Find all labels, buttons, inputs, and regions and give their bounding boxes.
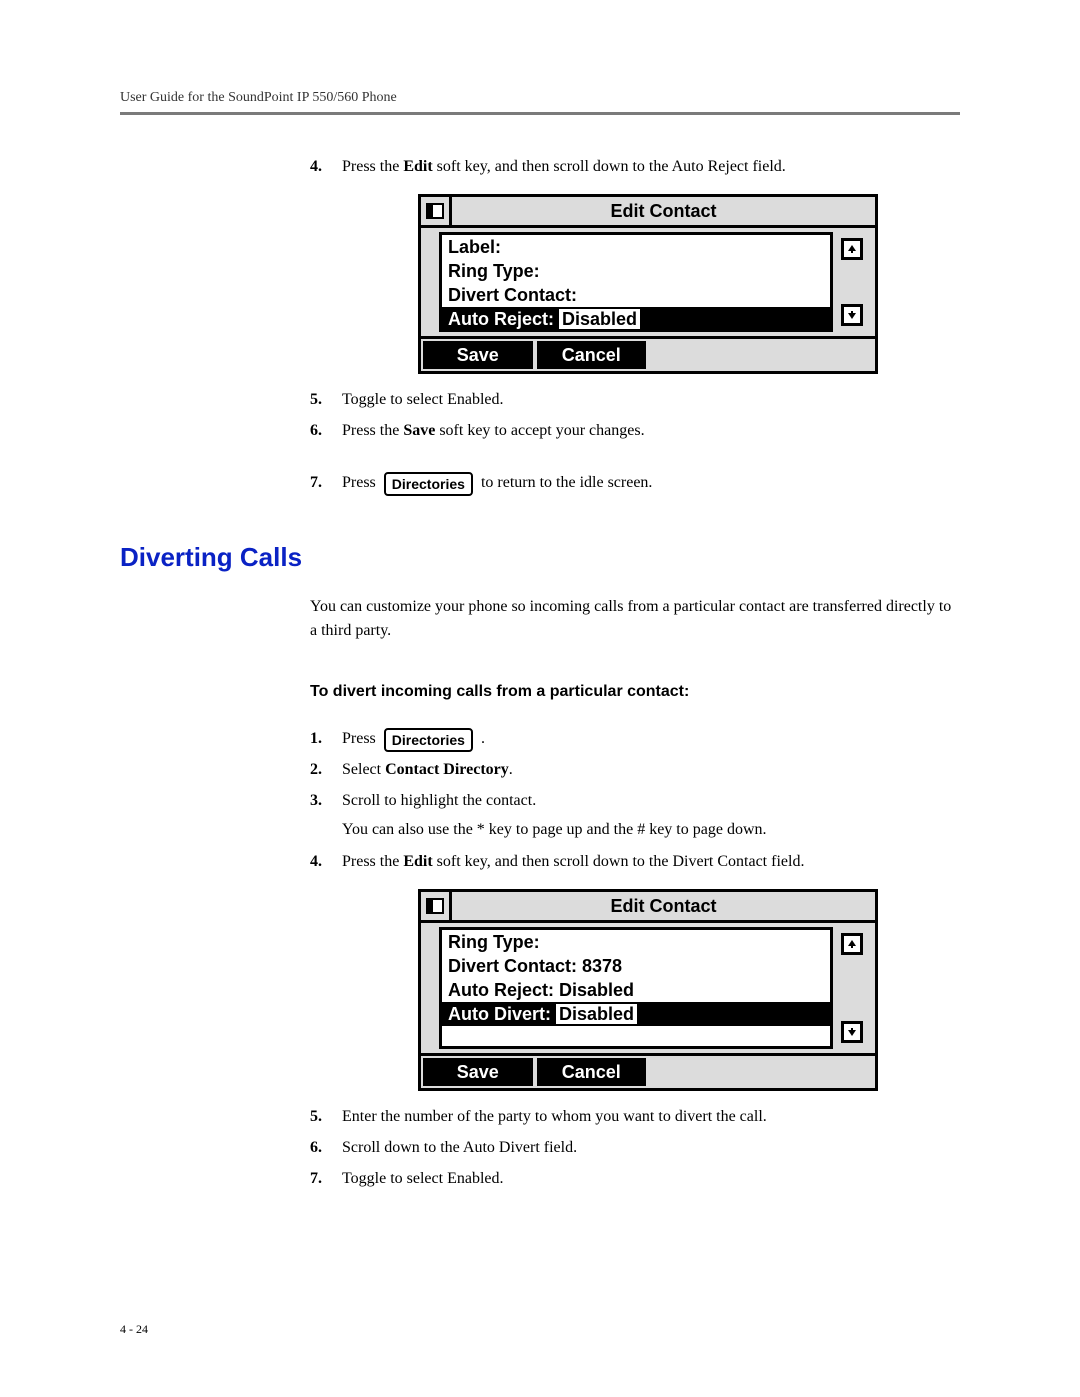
softkey-blank: . [764, 341, 874, 369]
step-number: 4. [310, 850, 322, 875]
scroll-up-icon [841, 238, 863, 260]
step-number: 5. [310, 1105, 322, 1130]
step-5: 5. Toggle to select Enabled. [310, 388, 960, 413]
step-text: Toggle to select Enabled. [342, 391, 504, 408]
directories-button: Directories [384, 728, 473, 752]
step-text: Enter the number of the party to whom yo… [342, 1108, 767, 1125]
lcd-screenshot-edit-contact-1: Edit Contact Label: Ring Type: Divert Co… [418, 194, 878, 374]
step-number: 7. [310, 1167, 322, 1192]
card-icon [421, 892, 452, 920]
step-number: 6. [310, 1136, 322, 1161]
directories-button: Directories [384, 472, 473, 496]
step-7b: 7. Toggle to select Enabled. [310, 1167, 960, 1192]
step-number: 4. [310, 155, 322, 180]
step-number: 6. [310, 419, 322, 444]
step-number: 1. [310, 727, 322, 752]
lcd-field-list: Ring Type: Divert Contact: 8378 Auto Rej… [439, 927, 833, 1049]
step-text: Select Contact Directory. [342, 761, 513, 778]
intro-paragraph: You can customize your phone so incoming… [310, 595, 960, 643]
step-text: Press the Edit soft key, and then scroll… [342, 158, 786, 175]
step-1: 1. Press Directories . [310, 727, 960, 752]
step-4b: 4. Press the Edit soft key, and then scr… [310, 850, 960, 1091]
header-rule [120, 112, 960, 115]
scroll-up-icon [841, 933, 863, 955]
step-text: Press the Edit soft key, and then scroll… [342, 853, 804, 870]
steps-group-1: 4. Press the Edit soft key, and then scr… [310, 155, 960, 496]
lcd-row-divert: Divert Contact: [442, 283, 830, 307]
lcd-field-list: Label: Ring Type: Divert Contact: Auto R… [439, 232, 833, 332]
lcd-row-divert: Divert Contact: 8378 [442, 954, 830, 978]
step-text: Press Directories to return to the idle … [342, 474, 652, 491]
softkey-blank: . [650, 341, 760, 369]
lcd-row-autoreject: Auto Reject: Disabled [442, 307, 830, 331]
steps-group-2: 1. Press Directories . 2. Select Contact… [310, 727, 960, 1191]
step-text: Press the Save soft key to accept your c… [342, 422, 645, 439]
step-7: 7. Press Directories to return to the id… [310, 471, 960, 496]
section-heading-diverting-calls: Diverting Calls [120, 542, 960, 573]
step-number: 7. [310, 471, 322, 496]
step-2: 2. Select Contact Directory. [310, 758, 960, 783]
lcd-softkey-row: Save Cancel . . [421, 1053, 875, 1088]
scroll-down-icon [841, 304, 863, 326]
lcd-row-autoreject: Auto Reject: Disabled [442, 978, 830, 1002]
lcd-screenshot-edit-contact-2: Edit Contact Ring Type: Divert Contact: … [418, 889, 878, 1091]
page-number: 4 - 24 [120, 1322, 148, 1337]
step-text: Scroll to highlight the contact. [342, 792, 536, 809]
lcd-softkey-row: Save Cancel . . [421, 336, 875, 371]
softkey-save: Save [423, 1058, 533, 1086]
softkey-blank: . [650, 1058, 760, 1086]
lcd-title: Edit Contact [452, 892, 875, 920]
lcd-title: Edit Contact [452, 197, 875, 225]
step-subtext: You can also use the * key to page up an… [342, 818, 960, 843]
softkey-save: Save [423, 341, 533, 369]
step-text: Scroll down to the Auto Divert field. [342, 1139, 577, 1156]
step-text: Toggle to select Enabled. [342, 1170, 504, 1187]
softkey-cancel: Cancel [537, 341, 647, 369]
step-number: 5. [310, 388, 322, 413]
step-5b: 5. Enter the number of the party to whom… [310, 1105, 960, 1130]
scroll-down-icon [841, 1021, 863, 1043]
softkey-cancel: Cancel [537, 1058, 647, 1086]
running-header: User Guide for the SoundPoint IP 550/560… [120, 90, 960, 106]
step-3: 3. Scroll to highlight the contact. You … [310, 789, 960, 843]
step-number: 2. [310, 758, 322, 783]
step-4: 4. Press the Edit soft key, and then scr… [310, 155, 960, 374]
step-text: Press Directories . [342, 730, 485, 747]
step-6b: 6. Scroll down to the Auto Divert field. [310, 1136, 960, 1161]
card-icon [421, 197, 452, 225]
step-number: 3. [310, 789, 322, 814]
step-6: 6. Press the Save soft key to accept you… [310, 419, 960, 444]
lcd-row-autodivert: Auto Divert: Disabled [442, 1002, 830, 1026]
softkey-blank: . [764, 1058, 874, 1086]
procedure-heading: To divert incoming calls from a particul… [310, 683, 960, 701]
lcd-row-label: Label: [442, 235, 830, 259]
lcd-row-ringtype: Ring Type: [442, 259, 830, 283]
lcd-row-ringtype: Ring Type: [442, 930, 830, 954]
